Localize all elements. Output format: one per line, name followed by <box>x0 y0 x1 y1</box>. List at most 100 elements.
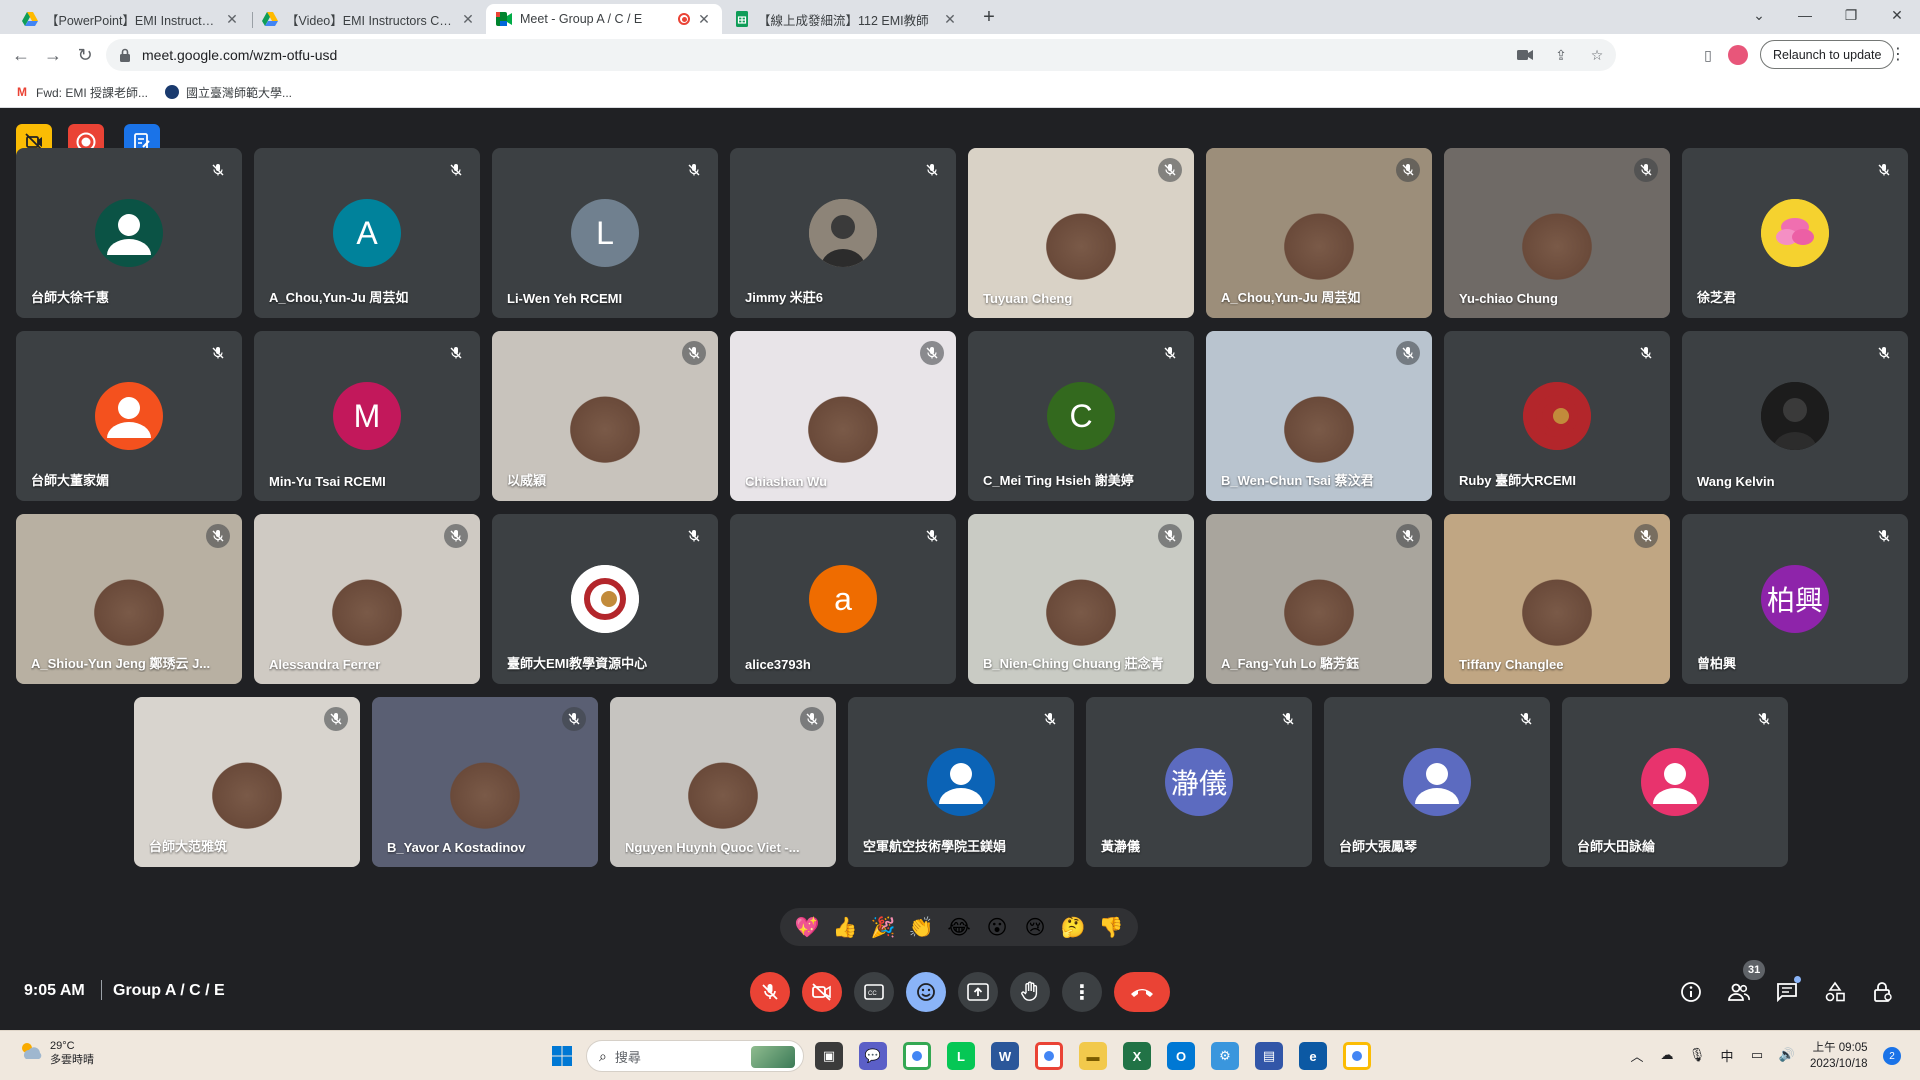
task-view-icon[interactable]: ▣ <box>815 1042 843 1070</box>
browser-tab[interactable]: 【PowerPoint】EMI Instructors ✕ <box>12 4 250 34</box>
participant-tile[interactable]: A A_Chou,Yun-Ju 周芸如 <box>254 148 480 318</box>
volume-icon[interactable]: 🔊 <box>1777 1045 1797 1065</box>
control-panel-icon[interactable]: ⚙ <box>1211 1042 1239 1070</box>
participant-tile[interactable]: 台師大田詠綸 <box>1562 697 1788 867</box>
microphone-tray-icon[interactable]: 🎙 <box>1687 1045 1707 1065</box>
share-icon[interactable]: ⇪ <box>1552 46 1570 64</box>
chrome-profile-icon[interactable] <box>1035 1042 1063 1070</box>
participant-tile[interactable]: A_Fang-Yuh Lo 駱芳鈺 <box>1206 514 1432 684</box>
minimize-button[interactable]: — <box>1782 0 1828 30</box>
browser-menu-icon[interactable]: ⋮ <box>1890 44 1906 66</box>
excel-icon[interactable]: X <box>1123 1042 1151 1070</box>
participant-tile[interactable]: 台師大董家媚 <box>16 331 242 501</box>
activities-button[interactable] <box>1819 976 1851 1008</box>
weather-widget[interactable]: 29°C 多雲時晴 <box>18 1039 94 1067</box>
word-icon[interactable]: W <box>991 1042 1019 1070</box>
reaction-emoji[interactable]: 😂 <box>945 913 973 941</box>
participant-tile[interactable]: 台師大張鳳琴 <box>1324 697 1550 867</box>
reaction-emoji[interactable]: 😢 <box>1021 913 1049 941</box>
browser-tab[interactable]: 【線上成發細流】112 EMI教師 ✕ <box>724 4 968 34</box>
participant-tile[interactable]: B_Nien-Ching Chuang 莊念青 <box>968 514 1194 684</box>
windows-start-icon[interactable] <box>548 1042 576 1070</box>
participant-tile[interactable]: B_Yavor A Kostadinov <box>372 697 598 867</box>
participant-tile[interactable]: 以威穎 <box>492 331 718 501</box>
participant-tile[interactable]: A_Chou,Yun-Ju 周芸如 <box>1206 148 1432 318</box>
participant-tile[interactable]: 空軍航空技術學院王鎂娟 <box>848 697 1074 867</box>
chrome-icon[interactable] <box>903 1042 931 1070</box>
participant-tile[interactable]: 柏興 曾柏興 <box>1682 514 1908 684</box>
notification-badge[interactable]: 2 <box>1883 1047 1901 1065</box>
participant-tile[interactable]: Wang Kelvin <box>1682 331 1908 501</box>
ime-indicator[interactable]: 中 <box>1717 1045 1737 1065</box>
participant-tile[interactable]: L Li-Wen Yeh RCEMI <box>492 148 718 318</box>
side-panel-icon[interactable]: ▯ <box>1699 46 1717 64</box>
participant-tile[interactable]: Yu-chiao Chung <box>1444 148 1670 318</box>
host-controls-button[interactable] <box>1867 976 1899 1008</box>
participant-tile[interactable]: M Min-Yu Tsai RCEMI <box>254 331 480 501</box>
tray-overflow-icon[interactable]: ︿ <box>1627 1045 1647 1065</box>
meeting-details-button[interactable] <box>1675 976 1707 1008</box>
bookmark-item[interactable]: M Fwd: EMI 授課老師... <box>14 82 148 102</box>
participant-tile[interactable]: C C_Mei Ting Hsieh 謝美婷 <box>968 331 1194 501</box>
onedrive-icon[interactable]: ☁ <box>1657 1045 1677 1065</box>
line-app-icon[interactable]: L <box>947 1042 975 1070</box>
participant-tile[interactable]: Ruby 臺師大RCEMI <box>1444 331 1670 501</box>
bookmark-item[interactable]: 國立臺灣師範大學... <box>164 82 292 102</box>
camera-in-use-icon[interactable] <box>1516 46 1534 64</box>
reaction-emoji[interactable]: 👍 <box>831 913 859 941</box>
reaction-emoji[interactable]: 👏 <box>907 913 935 941</box>
participant-tile[interactable]: 台師大范雅筑 <box>134 697 360 867</box>
tab-close-icon[interactable]: ✕ <box>696 11 712 28</box>
relaunch-button[interactable]: Relaunch to update <box>1760 40 1895 69</box>
profile-avatar[interactable] <box>1728 45 1748 65</box>
browser-tab-active[interactable]: Meet - Group A / C / E ✕ <box>486 4 722 34</box>
close-window-button[interactable]: ✕ <box>1874 0 1920 30</box>
reaction-emoji[interactable]: 😮 <box>983 913 1011 941</box>
lock-icon[interactable] <box>118 48 132 62</box>
forward-button[interactable]: → <box>40 42 66 68</box>
system-clock[interactable]: 上午 09:05 2023/10/18 <box>1810 1040 1868 1072</box>
more-options-button[interactable]: ⋮ <box>1062 972 1102 1012</box>
app-icon[interactable]: ▤ <box>1255 1042 1283 1070</box>
raise-hand-button[interactable] <box>1010 972 1050 1012</box>
tab-close-icon[interactable]: ✕ <box>224 11 240 28</box>
network-icon[interactable]: ▭ <box>1747 1045 1767 1065</box>
bookmark-star-icon[interactable]: ☆ <box>1588 46 1606 64</box>
file-explorer-icon[interactable]: ▬ <box>1079 1042 1107 1070</box>
reload-button[interactable]: ↻ <box>72 42 98 68</box>
outlook-icon[interactable]: O <box>1167 1042 1195 1070</box>
taskbar-search-box[interactable]: ⌕ 搜尋 <box>586 1040 804 1072</box>
browser-tab[interactable]: 【Video】EMI Instructors Com ✕ <box>252 4 486 34</box>
chat-button[interactable] <box>1771 976 1803 1008</box>
edge-icon[interactable]: e <box>1299 1042 1327 1070</box>
participant-tile[interactable]: A_Shiou-Yun Jeng 鄭琇云 J... <box>16 514 242 684</box>
participant-tile[interactable]: Jimmy 米莊6 <box>730 148 956 318</box>
participant-tile[interactable]: a alice3793h <box>730 514 956 684</box>
participant-tile[interactable]: 臺師大EMI教學資源中心 <box>492 514 718 684</box>
participant-tile[interactable]: Nguyen Huynh Quoc Viet -... <box>610 697 836 867</box>
reaction-emoji[interactable]: 💖 <box>793 913 821 941</box>
back-button[interactable]: ← <box>8 42 34 68</box>
reactions-button[interactable] <box>906 972 946 1012</box>
new-tab-button[interactable]: + <box>976 6 1002 30</box>
participant-tile[interactable]: Tuyuan Cheng <box>968 148 1194 318</box>
teams-chat-icon[interactable]: 💬 <box>859 1042 887 1070</box>
restore-button[interactable]: ❐ <box>1828 0 1874 30</box>
chrome-active-icon[interactable] <box>1343 1042 1371 1070</box>
camera-off-button[interactable] <box>802 972 842 1012</box>
captions-button[interactable]: CC <box>854 972 894 1012</box>
participant-tile[interactable]: Tiffany Changlee <box>1444 514 1670 684</box>
tab-close-icon[interactable]: ✕ <box>460 11 476 28</box>
participant-tile[interactable]: Chiashan Wu <box>730 331 956 501</box>
tab-search-icon[interactable]: ⌄ <box>1736 0 1782 30</box>
reaction-emoji[interactable]: 🎉 <box>869 913 897 941</box>
address-bar[interactable]: meet.google.com/wzm-otfu-usd ⇪ ☆ <box>106 39 1616 71</box>
people-button[interactable] <box>1723 976 1755 1008</box>
microphone-off-button[interactable] <box>750 972 790 1012</box>
participant-tile[interactable]: B_Wen-Chun Tsai 蔡汶君 <box>1206 331 1432 501</box>
reaction-emoji[interactable]: 👎 <box>1097 913 1125 941</box>
present-button[interactable] <box>958 972 998 1012</box>
leave-call-button[interactable] <box>1114 972 1170 1012</box>
tab-close-icon[interactable]: ✕ <box>942 11 958 28</box>
participant-tile[interactable]: Alessandra Ferrer <box>254 514 480 684</box>
